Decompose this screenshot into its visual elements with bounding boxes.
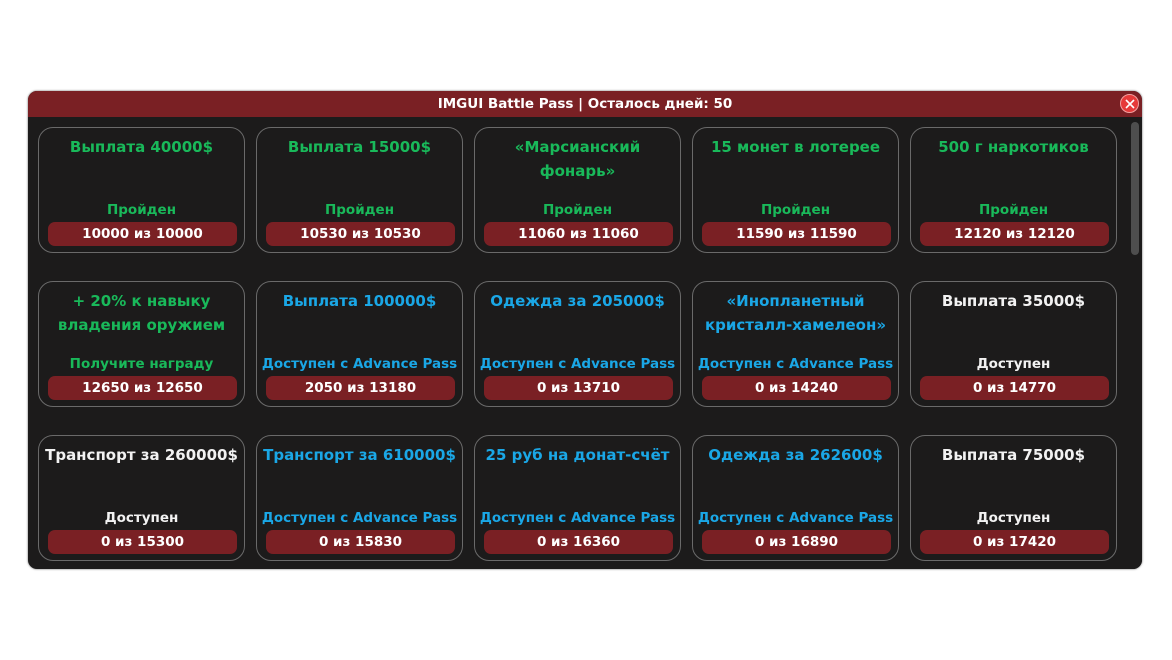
reward-status: Пройден — [324, 202, 395, 218]
progress-text: 0 из 15830 — [318, 534, 403, 550]
reward-status: Пройден — [542, 202, 613, 218]
reward-card[interactable]: Выплата 15000$ Пройден 10530 из 10530 — [256, 127, 463, 253]
reward-status: Доступен с Advance Pass — [697, 356, 894, 372]
progress-bar: 10000 из 10000 — [48, 222, 237, 246]
progress-bar: 0 из 15830 — [266, 530, 455, 554]
progress-text: 0 из 14240 — [754, 380, 839, 396]
progress-text: 0 из 14770 — [972, 380, 1057, 396]
reward-status: Пройден — [106, 202, 177, 218]
reward-card[interactable]: Одежда за 262600$ Доступен с Advance Pas… — [692, 435, 899, 561]
reward-status: Доступен с Advance Pass — [697, 510, 894, 526]
reward-title: 25 руб на донат-счёт — [485, 446, 670, 464]
reward-status: Доступен с Advance Pass — [261, 510, 458, 526]
progress-bar: 10530 из 10530 — [266, 222, 455, 246]
progress-text: 10530 из 10530 — [300, 226, 421, 242]
progress-text: 0 из 15300 — [100, 534, 185, 550]
reward-card[interactable]: Выплата 35000$ Доступен 0 из 14770 — [910, 281, 1117, 407]
reward-status: Пройден — [978, 202, 1049, 218]
progress-bar: 0 из 16360 — [484, 530, 673, 554]
vertical-scrollbar[interactable] — [1128, 117, 1142, 569]
reward-title: Выплата 100000$ — [282, 292, 437, 310]
progress-text: 2050 из 13180 — [304, 380, 417, 396]
progress-bar: 12650 из 12650 — [48, 376, 237, 400]
progress-text: 0 из 17420 — [972, 534, 1057, 550]
reward-card[interactable]: Выплата 75000$ Доступен 0 из 17420 — [910, 435, 1117, 561]
reward-card[interactable]: Выплата 40000$ Пройден 10000 из 10000 — [38, 127, 245, 253]
reward-card[interactable]: Транспорт за 260000$ Доступен 0 из 15300 — [38, 435, 245, 561]
reward-status: Доступен — [976, 356, 1051, 372]
progress-bar: 0 из 13710 — [484, 376, 673, 400]
battle-pass-window: IMGUI Battle Pass | Осталось дней: 50 Вы… — [28, 91, 1142, 569]
reward-status: Доступен — [104, 510, 179, 526]
progress-bar: 0 из 14770 — [920, 376, 1109, 400]
progress-text: 0 из 16890 — [754, 534, 839, 550]
reward-card[interactable]: Транспорт за 610000$ Доступен с Advance … — [256, 435, 463, 561]
reward-grid: Выплата 40000$ Пройден 10000 из 10000 Вы… — [28, 91, 1128, 569]
progress-bar: 11590 из 11590 — [702, 222, 891, 246]
reward-title: Одежда за 205000$ — [490, 292, 665, 310]
reward-card[interactable]: Одежда за 205000$ Доступен с Advance Pas… — [474, 281, 681, 407]
reward-title: Выплата 15000$ — [287, 138, 432, 156]
reward-title: 500 г наркотиков — [938, 138, 1089, 156]
progress-text: 12120 из 12120 — [954, 226, 1075, 242]
progress-text: 12650 из 12650 — [82, 380, 203, 396]
reward-status: Доступен — [976, 510, 1051, 526]
reward-status: Доступен с Advance Pass — [261, 356, 458, 372]
reward-card[interactable]: 25 руб на донат-счёт Доступен с Advance … — [474, 435, 681, 561]
reward-status: Доступен с Advance Pass — [479, 510, 676, 526]
reward-card[interactable]: «Инопланетный кристалл-хамелеон» Доступе… — [692, 281, 899, 407]
progress-text: 11590 из 11590 — [736, 226, 857, 242]
progress-bar: 0 из 15300 — [48, 530, 237, 554]
reward-card[interactable]: Выплата 100000$ Доступен с Advance Pass … — [256, 281, 463, 407]
scrollbar-thumb[interactable] — [1131, 122, 1139, 255]
reward-status: Доступен с Advance Pass — [479, 356, 676, 372]
reward-title: Одежда за 262600$ — [708, 446, 883, 464]
reward-title: Выплата 75000$ — [941, 446, 1086, 464]
reward-title: Выплата 40000$ — [69, 138, 214, 156]
reward-card[interactable]: 500 г наркотиков Пройден 12120 из 12120 — [910, 127, 1117, 253]
progress-bar: 0 из 17420 — [920, 530, 1109, 554]
progress-bar: 12120 из 12120 — [920, 222, 1109, 246]
progress-bar: 0 из 16890 — [702, 530, 891, 554]
progress-bar: 11060 из 11060 — [484, 222, 673, 246]
progress-text: 0 из 16360 — [536, 534, 621, 550]
reward-title: Транспорт за 610000$ — [263, 446, 456, 464]
progress-text: 10000 из 10000 — [82, 226, 203, 242]
progress-text: 11060 из 11060 — [518, 226, 639, 242]
reward-card[interactable]: «Марсианский фонарь» Пройден 11060 из 11… — [474, 127, 681, 253]
progress-bar: 2050 из 13180 — [266, 376, 455, 400]
reward-title: «Марсианский фонарь» — [514, 138, 641, 180]
reward-card[interactable]: + 20% к навыку владения оружием Получите… — [38, 281, 245, 407]
reward-title: «Инопланетный кристалл-хамелеон» — [704, 292, 887, 334]
reward-title: 15 монет в лотерее — [710, 138, 881, 156]
reward-status: Пройден — [760, 202, 831, 218]
progress-bar: 0 из 14240 — [702, 376, 891, 400]
reward-status: Получите награду — [69, 356, 214, 372]
reward-card[interactable]: 15 монет в лотерее Пройден 11590 из 1159… — [692, 127, 899, 253]
reward-title: + 20% к навыку владения оружием — [57, 292, 226, 334]
progress-text: 0 из 13710 — [536, 380, 621, 396]
reward-title: Транспорт за 260000$ — [45, 446, 238, 464]
reward-title: Выплата 35000$ — [941, 292, 1086, 310]
